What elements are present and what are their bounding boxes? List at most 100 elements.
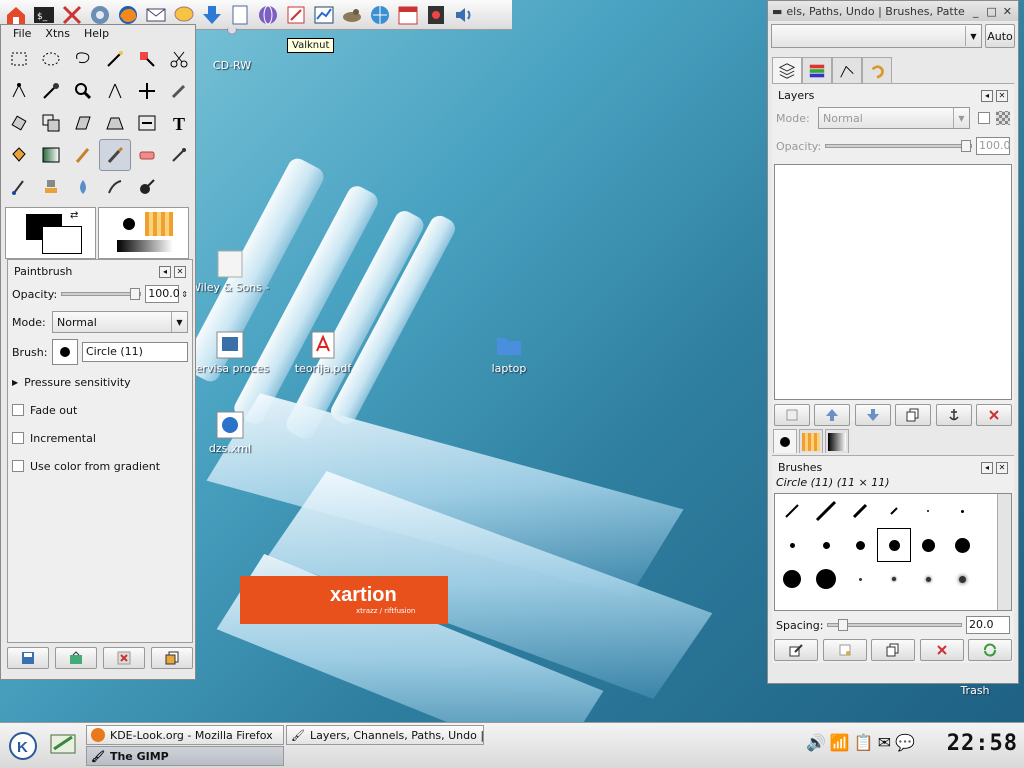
pencil-draw-tool[interactable] — [163, 75, 195, 107]
volume-icon[interactable] — [450, 1, 478, 29]
rect-select-tool[interactable] — [3, 43, 35, 75]
gradient-color-checkbox[interactable] — [12, 460, 24, 472]
perspective-tool[interactable] — [99, 107, 131, 139]
fade-out-checkbox[interactable] — [12, 404, 24, 416]
brush-item[interactable] — [911, 528, 945, 562]
panel-menu-icon[interactable]: ◂ — [981, 462, 993, 474]
measure-tool[interactable] — [99, 75, 131, 107]
delete-options-button[interactable] — [103, 647, 145, 669]
incremental-option[interactable]: Incremental — [8, 424, 192, 452]
menu-help[interactable]: Help — [84, 27, 109, 40]
brush-preview-button[interactable] — [52, 339, 78, 365]
raise-layer-button[interactable] — [814, 404, 851, 426]
new-brush-button[interactable] — [822, 639, 867, 661]
desktop-icon-dzs[interactable]: dzs.xml — [190, 411, 270, 455]
brush-item[interactable] — [809, 528, 843, 562]
shear-tool[interactable] — [67, 107, 99, 139]
layers-opacity-input[interactable]: 100.0 — [976, 137, 1011, 155]
editor-icon[interactable] — [282, 1, 310, 29]
opacity-input[interactable]: 100.0 — [145, 285, 180, 303]
paintbrush-tool[interactable] — [99, 139, 131, 171]
close-icon[interactable]: ✕ — [1003, 5, 1012, 18]
panel-menu-icon[interactable]: ◂ — [981, 90, 993, 102]
smudge-tool[interactable] — [99, 171, 131, 203]
tab-patterns[interactable] — [799, 429, 823, 453]
delete-brush-button[interactable] — [919, 639, 964, 661]
tab-undo[interactable] — [862, 57, 892, 83]
restore-options-button[interactable] — [55, 647, 97, 669]
color-picker-tool[interactable] — [35, 75, 67, 107]
brush-item[interactable] — [911, 562, 945, 596]
image-select[interactable]: ▼ — [771, 24, 982, 48]
lower-layer-button[interactable] — [854, 404, 891, 426]
desktop-icon-wiley[interactable]: Wiley & Sons - The Art of So… — [190, 250, 270, 294]
task-layers-dock[interactable]: 🖌 Layers, Channels, Paths, Undo | Bru — [286, 725, 484, 745]
brush-item[interactable] — [945, 562, 979, 596]
dodge-burn-tool[interactable] — [131, 171, 163, 203]
lasso-tool[interactable] — [67, 43, 99, 75]
kde-menu-icon[interactable]: K — [4, 727, 42, 765]
spin-arrows-icon[interactable]: ⇕ — [181, 290, 188, 299]
scale-tool[interactable] — [35, 107, 67, 139]
desktop-icon-teorija[interactable]: teorija.pdf — [283, 331, 363, 375]
chart-icon[interactable] — [310, 1, 338, 29]
move-tool[interactable] — [131, 75, 163, 107]
brush-item[interactable] — [843, 494, 877, 528]
rotate-tool[interactable] — [3, 107, 35, 139]
panel-close-icon[interactable]: ✕ — [996, 462, 1008, 474]
edit-brush-button[interactable] — [774, 639, 818, 661]
desktop-icon-cdrw[interactable]: CD-RW — [192, 25, 272, 72]
task-gimp[interactable]: 🖌 The GIMP — [86, 746, 284, 766]
brush-item[interactable] — [809, 494, 843, 528]
brush-name-field[interactable]: Circle (11) — [82, 342, 188, 362]
volume-icon[interactable]: 🔊 — [806, 733, 826, 752]
maximize-icon[interactable]: □ — [986, 5, 996, 18]
layers-list[interactable] — [774, 164, 1012, 400]
anchor-layer-button[interactable] — [935, 404, 972, 426]
pencil-tool[interactable] — [67, 139, 99, 171]
auto-button[interactable]: Auto — [985, 24, 1015, 48]
ellipse-select-tool[interactable] — [35, 43, 67, 75]
globe-icon[interactable] — [254, 1, 282, 29]
magnify-tool[interactable] — [67, 75, 99, 107]
mode-select[interactable]: Normal ▼ — [52, 311, 188, 333]
new-layer-button[interactable] — [774, 404, 810, 426]
delete-layer-button[interactable] — [975, 404, 1012, 426]
opacity-slider[interactable] — [61, 288, 142, 300]
layers-mode-select[interactable]: Normal ▼ — [818, 107, 970, 129]
fg-bg-colors[interactable]: ⇄ — [5, 207, 96, 259]
incremental-checkbox[interactable] — [12, 432, 24, 444]
tab-layers[interactable] — [772, 57, 802, 83]
desktop-icon-trash[interactable]: Trash — [935, 684, 1015, 697]
brush-item[interactable] — [843, 562, 877, 596]
tab-brushes[interactable] — [773, 429, 797, 453]
spacing-input[interactable]: 20.0 — [966, 616, 1010, 634]
tab-paths[interactable] — [832, 57, 862, 83]
clone-tool[interactable] — [35, 171, 67, 203]
active-gradient-preview[interactable] — [117, 240, 173, 252]
brush-item[interactable] — [809, 562, 843, 596]
brush-pattern-gradient[interactable] — [98, 207, 189, 259]
gradient-color-option[interactable]: Use color from gradient — [8, 452, 192, 480]
brush-item[interactable] — [843, 528, 877, 562]
pressure-sensitivity-expander[interactable]: ▶ Pressure sensitivity — [8, 368, 192, 396]
tab-channels[interactable] — [802, 57, 832, 83]
clock[interactable]: 22:58 — [947, 731, 1018, 756]
panel-close-icon[interactable]: ✕ — [996, 90, 1008, 102]
download-icon[interactable] — [198, 1, 226, 29]
media-player-icon[interactable] — [422, 1, 450, 29]
fuzzy-select-tool[interactable] — [99, 43, 131, 75]
convolve-tool[interactable] — [67, 171, 99, 203]
clipboard-icon[interactable]: 📋 — [854, 733, 874, 752]
spacing-slider[interactable] — [827, 619, 962, 631]
eraser-tool[interactable] — [131, 139, 163, 171]
ink-tool[interactable] — [3, 171, 35, 203]
network-monitor-icon[interactable]: 📶 — [830, 733, 850, 752]
refresh-brushes-button[interactable] — [968, 639, 1012, 661]
bucket-fill-tool[interactable] — [3, 139, 35, 171]
minimize-icon[interactable]: _ — [973, 5, 979, 18]
duplicate-layer-button[interactable] — [895, 404, 932, 426]
keep-transparency-checkbox[interactable] — [978, 112, 990, 124]
reset-options-button[interactable] — [151, 647, 193, 669]
mail-notifier-icon[interactable]: ✉ — [878, 733, 891, 752]
